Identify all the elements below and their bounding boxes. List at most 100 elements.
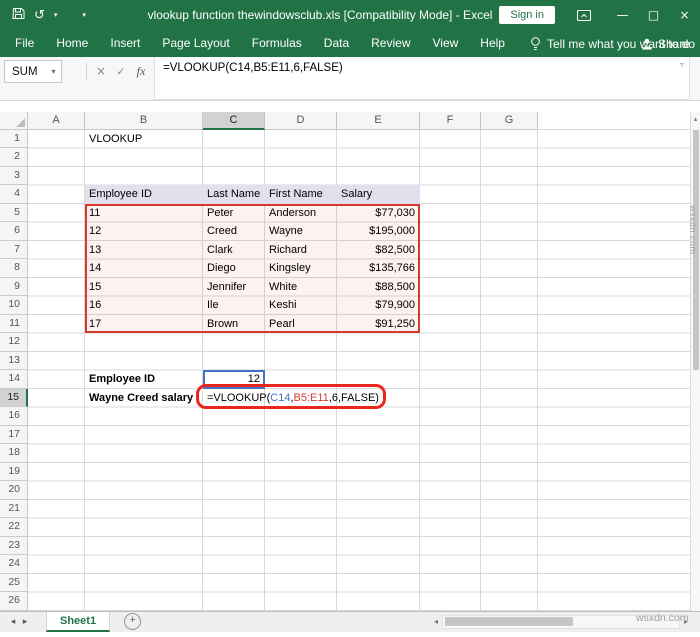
cell-C15[interactable]: =VLOOKUP(C14,B5:E11,6,FALSE) xyxy=(203,389,383,408)
cell-D9[interactable]: White xyxy=(265,278,337,297)
cell-D4[interactable]: First Name xyxy=(265,185,337,204)
row-header-16[interactable]: 16 xyxy=(0,407,28,426)
sheet-nav-right-icon[interactable]: ▸ xyxy=(20,617,30,627)
row-header-12[interactable]: 12 xyxy=(0,333,28,352)
column-header-B[interactable]: B xyxy=(85,112,203,130)
cancel-icon[interactable]: × xyxy=(92,60,110,83)
grid[interactable]: 1234567891011121314151617181920212223242… xyxy=(0,130,690,611)
insert-function-icon[interactable]: fx xyxy=(132,60,150,83)
row-header-24[interactable]: 24 xyxy=(0,555,28,574)
cell-C4[interactable]: Last Name xyxy=(203,185,265,204)
row-header-8[interactable]: 8 xyxy=(0,259,28,278)
ribbon-display-options-icon[interactable] xyxy=(577,10,591,21)
share-button[interactable]: Share xyxy=(641,37,690,51)
vertical-scrollbar[interactable]: ▴ xyxy=(690,112,700,611)
tab-page-layout[interactable]: Page Layout xyxy=(151,30,240,57)
undo-icon[interactable]: ↺ xyxy=(34,9,45,22)
cell-E6[interactable]: $195,000 xyxy=(337,222,420,241)
row-header-14[interactable]: 14 xyxy=(0,370,28,389)
sheet-nav-left-icon[interactable]: ◂ xyxy=(8,617,18,627)
tab-home[interactable]: Home xyxy=(45,30,99,57)
column-header-D[interactable]: D xyxy=(265,112,337,130)
tab-insert[interactable]: Insert xyxy=(99,30,151,57)
formula-bar-collapse-icon[interactable]: ▿ xyxy=(680,60,684,69)
row-header-7[interactable]: 7 xyxy=(0,241,28,260)
undo-dropdown-icon[interactable]: ▾ xyxy=(54,12,58,19)
cell-B8[interactable]: 14 xyxy=(85,259,203,278)
cell-D5[interactable]: Anderson xyxy=(265,204,337,223)
row-header-11[interactable]: 11 xyxy=(0,315,28,334)
enter-icon[interactable]: ✓ xyxy=(112,60,130,83)
cell-D6[interactable]: Wayne xyxy=(265,222,337,241)
row-header-22[interactable]: 22 xyxy=(0,518,28,537)
cell-E5[interactable]: $77,030 xyxy=(337,204,420,223)
column-header-A[interactable]: A xyxy=(28,112,85,130)
cell-E7[interactable]: $82,500 xyxy=(337,241,420,260)
row-header-20[interactable]: 20 xyxy=(0,481,28,500)
cell-C14[interactable]: 12 xyxy=(203,370,265,389)
row-header-25[interactable]: 25 xyxy=(0,574,28,593)
row-header-1[interactable]: 1 xyxy=(0,130,28,149)
row-header-9[interactable]: 9 xyxy=(0,278,28,297)
tab-file[interactable]: File xyxy=(4,30,45,57)
cell-C10[interactable]: Ile xyxy=(203,296,265,315)
row-header-3[interactable]: 3 xyxy=(0,167,28,186)
row-header-6[interactable]: 6 xyxy=(0,222,28,241)
tab-review[interactable]: Review xyxy=(360,30,421,57)
tab-data[interactable]: Data xyxy=(313,30,360,57)
cell-E11[interactable]: $91,250 xyxy=(337,315,420,334)
row-header-19[interactable]: 19 xyxy=(0,463,28,482)
cell-E4[interactable]: Salary xyxy=(337,185,420,204)
column-header-F[interactable]: F xyxy=(420,112,481,130)
cell-B7[interactable]: 13 xyxy=(85,241,203,260)
name-box[interactable]: SUM ▾ xyxy=(4,60,62,83)
column-header-E[interactable]: E xyxy=(337,112,420,130)
cell-C6[interactable]: Creed xyxy=(203,222,265,241)
cell-B10[interactable]: 16 xyxy=(85,296,203,315)
column-header-C[interactable]: C xyxy=(203,112,265,130)
cell-B15[interactable]: Wayne Creed salary xyxy=(85,389,203,408)
minimize-button[interactable]: — xyxy=(607,0,638,30)
cell-E8[interactable]: $135,766 xyxy=(337,259,420,278)
horizontal-scroll-thumb[interactable] xyxy=(445,617,573,626)
cell-B5[interactable]: 11 xyxy=(85,204,203,223)
cell-D10[interactable]: Keshi xyxy=(265,296,337,315)
cell-B6[interactable]: 12 xyxy=(85,222,203,241)
new-sheet-button[interactable]: + xyxy=(124,613,141,630)
cell-E10[interactable]: $79,900 xyxy=(337,296,420,315)
save-icon[interactable] xyxy=(12,7,25,23)
row-header-17[interactable]: 17 xyxy=(0,426,28,445)
cell-C5[interactable]: Peter xyxy=(203,204,265,223)
cell-D11[interactable]: Pearl xyxy=(265,315,337,334)
formula-input[interactable]: =VLOOKUP(C14,B5:E11,6,FALSE) ▿ xyxy=(154,57,690,100)
cell-B9[interactable]: 15 xyxy=(85,278,203,297)
tab-formulas[interactable]: Formulas xyxy=(241,30,313,57)
row-header-23[interactable]: 23 xyxy=(0,537,28,556)
sign-in-button[interactable]: Sign in xyxy=(499,6,555,24)
name-box-dropdown-icon[interactable]: ▾ xyxy=(46,67,61,76)
row-header-2[interactable]: 2 xyxy=(0,148,28,167)
cell-C11[interactable]: Brown xyxy=(203,315,265,334)
row-header-13[interactable]: 13 xyxy=(0,352,28,371)
cell-E9[interactable]: $88,500 xyxy=(337,278,420,297)
cell-D7[interactable]: Richard xyxy=(265,241,337,260)
scroll-left-icon[interactable]: ◂ xyxy=(430,617,442,626)
tab-view[interactable]: View xyxy=(422,30,470,57)
row-header-26[interactable]: 26 xyxy=(0,592,28,611)
close-button[interactable]: × xyxy=(669,0,700,30)
cell-C8[interactable]: Diego xyxy=(203,259,265,278)
row-header-18[interactable]: 18 xyxy=(0,444,28,463)
sheet-tab-sheet1[interactable]: Sheet1 xyxy=(46,612,110,633)
column-header-G[interactable]: G xyxy=(481,112,538,130)
maximize-button[interactable]: □ xyxy=(638,0,669,30)
cell-B14[interactable]: Employee ID xyxy=(85,370,203,389)
qat-customize-icon[interactable]: ▾ xyxy=(82,12,86,19)
cell-C9[interactable]: Jennifer xyxy=(203,278,265,297)
row-header-4[interactable]: 4 xyxy=(0,185,28,204)
cell-B1[interactable]: VLOOKUP xyxy=(85,130,203,149)
row-header-5[interactable]: 5 xyxy=(0,204,28,223)
select-all-corner[interactable] xyxy=(0,112,28,130)
tab-help[interactable]: Help xyxy=(469,30,516,57)
cell-D8[interactable]: Kingsley xyxy=(265,259,337,278)
cell-C7[interactable]: Clark xyxy=(203,241,265,260)
